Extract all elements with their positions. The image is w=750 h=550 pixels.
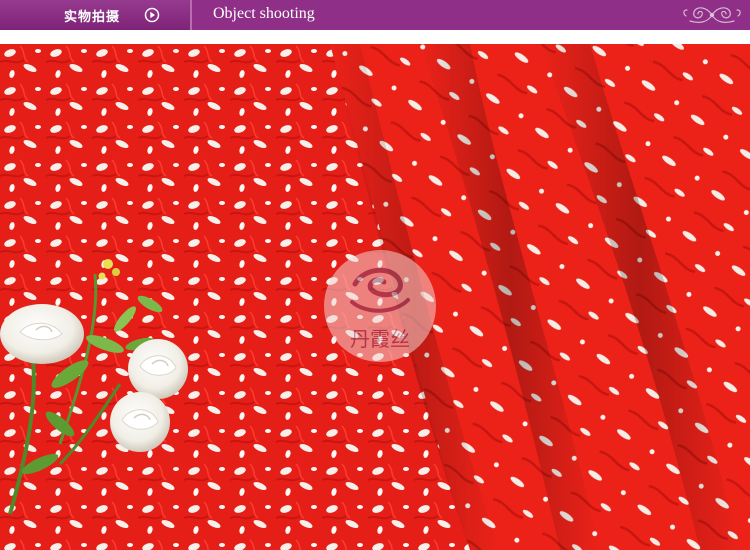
section-title-english: Object shooting — [213, 5, 315, 22]
white-rose-1 — [0, 304, 84, 364]
white-rose-2 — [128, 339, 188, 399]
header-divider — [190, 0, 192, 30]
header-left-block: 实物拍摄 — [0, 0, 190, 30]
play-circle-icon[interactable] — [144, 7, 160, 23]
swirl-ornament-icon — [680, 2, 744, 28]
brand-watermark-logo: 丹霞丝 — [324, 250, 436, 362]
section-header: 实物拍摄 Object shooting — [0, 0, 750, 30]
watermark-logo-text: 丹霞丝 — [350, 327, 410, 351]
product-photo: 丹霞丝 — [0, 44, 750, 550]
header-gap — [0, 30, 750, 44]
section-title-chinese: 实物拍摄 — [64, 10, 121, 25]
white-rose-3 — [110, 392, 170, 452]
